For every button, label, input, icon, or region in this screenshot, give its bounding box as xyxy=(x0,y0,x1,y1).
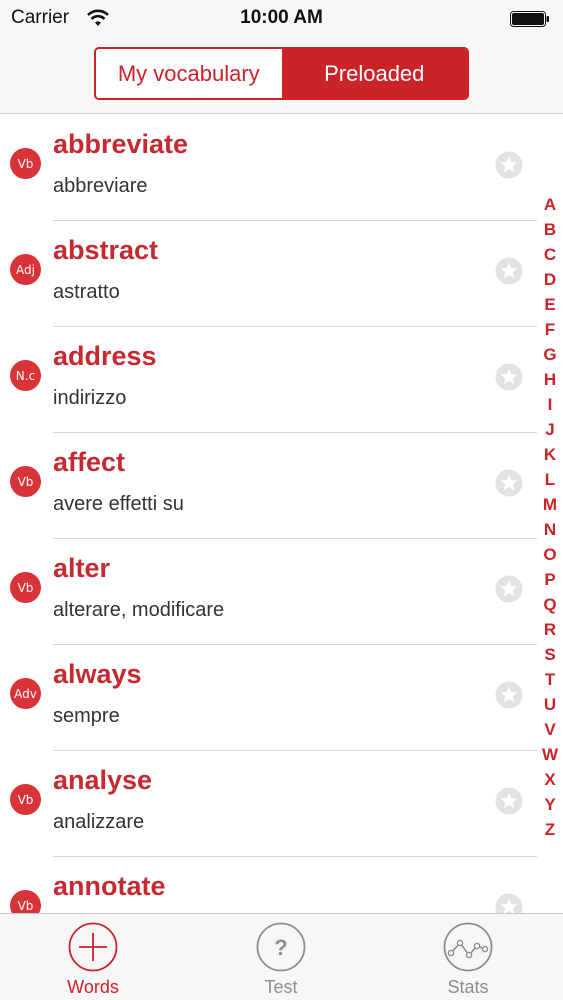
index-letter[interactable]: A xyxy=(544,196,556,213)
index-letter[interactable]: Q xyxy=(543,596,556,613)
index-letter[interactable]: H xyxy=(544,371,556,388)
status-bar: Carrier 10:00 AM xyxy=(0,0,563,38)
index-letter[interactable]: L xyxy=(545,471,555,488)
star-icon[interactable] xyxy=(495,257,523,285)
word-title: analyse xyxy=(53,765,153,795)
word-translation: indirizzo xyxy=(53,387,127,409)
clock-time: 10:00 AM xyxy=(240,7,323,28)
vocabulary-segmented-control: My vocabulary Preloaded xyxy=(94,47,469,100)
word-title: annotate xyxy=(53,871,166,901)
index-letter[interactable]: B xyxy=(544,221,556,238)
list-item[interactable]: Vb analyse analizzare xyxy=(0,751,540,857)
word-translation: alterare, modificare xyxy=(53,599,225,621)
word-translation: abbreviare xyxy=(53,175,148,197)
star-icon[interactable] xyxy=(495,681,523,709)
word-type-badge: Adj xyxy=(10,254,41,285)
segment-my-vocabulary[interactable]: My vocabulary xyxy=(96,49,282,98)
tab-label: Stats xyxy=(447,977,489,997)
svg-text:?: ? xyxy=(274,935,287,960)
word-title: affect xyxy=(53,447,126,477)
list-item[interactable]: Vb abbreviate abbreviare xyxy=(0,115,540,221)
word-title: alter xyxy=(53,553,111,583)
index-letter[interactable]: T xyxy=(545,671,555,688)
plus-circle-icon xyxy=(68,922,118,972)
word-title: address xyxy=(53,341,157,371)
index-letter[interactable]: D xyxy=(544,271,556,288)
index-letter[interactable]: N xyxy=(544,521,556,538)
word-translation: avere effetti su xyxy=(53,493,184,515)
index-letter[interactable]: K xyxy=(544,446,556,463)
word-translation: sempre xyxy=(53,705,120,727)
list-item[interactable]: Adj abstract astratto xyxy=(0,221,540,327)
index-letter[interactable]: C xyxy=(544,246,556,263)
word-translation: astratto xyxy=(53,281,120,303)
list-item[interactable]: N.c address indirizzo xyxy=(0,327,540,433)
index-letter[interactable]: R xyxy=(544,621,556,638)
list-item[interactable]: Vb alter alterare, modificare xyxy=(0,539,540,645)
star-icon[interactable] xyxy=(495,151,523,179)
star-icon[interactable] xyxy=(495,363,523,391)
word-title: always xyxy=(53,659,142,689)
question-circle-icon: ? xyxy=(256,922,306,972)
word-type-badge: Vb xyxy=(10,890,41,913)
word-type-badge: Adv xyxy=(10,678,41,709)
index-letter[interactable]: U xyxy=(544,696,556,713)
tab-stats[interactable]: Stats xyxy=(398,914,538,1000)
index-letter[interactable]: Z xyxy=(545,821,555,838)
index-letter[interactable]: W xyxy=(542,746,558,763)
word-type-badge: Vb xyxy=(10,148,41,179)
index-letter[interactable]: O xyxy=(543,546,556,563)
word-type-badge: Vb xyxy=(10,572,41,603)
word-type-badge: N.c xyxy=(10,360,41,391)
star-icon[interactable] xyxy=(495,469,523,497)
star-icon[interactable] xyxy=(495,893,523,913)
alphabet-index[interactable]: A B C D E F G H I J K L M N O P Q R S T … xyxy=(538,196,562,838)
index-letter[interactable]: G xyxy=(543,346,556,363)
index-letter[interactable]: F xyxy=(545,321,555,338)
segment-preloaded[interactable]: Preloaded xyxy=(281,49,467,98)
word-list[interactable]: Vb abbreviate abbreviare Adj abstract as… xyxy=(0,115,563,913)
list-item[interactable]: Vb annotate xyxy=(0,857,540,913)
word-type-badge: Vb xyxy=(10,466,41,497)
index-letter[interactable]: I xyxy=(548,396,553,413)
list-item[interactable]: Vb affect avere effetti su xyxy=(0,433,540,539)
stats-line-icon xyxy=(443,922,493,972)
index-letter[interactable]: S xyxy=(544,646,555,663)
list-item[interactable]: Adv always sempre xyxy=(0,645,540,751)
index-letter[interactable]: X xyxy=(544,771,555,788)
header-bar: My vocabulary Preloaded xyxy=(0,38,563,114)
tab-words[interactable]: Words xyxy=(23,914,163,1000)
tab-label: Words xyxy=(67,977,119,997)
index-letter[interactable]: E xyxy=(544,296,555,313)
index-letter[interactable]: Y xyxy=(544,796,555,813)
word-type-badge: Vb xyxy=(10,784,41,815)
index-letter[interactable]: P xyxy=(544,571,555,588)
tab-test[interactable]: ? Test xyxy=(211,914,351,1000)
battery-icon xyxy=(510,11,549,27)
index-letter[interactable]: V xyxy=(544,721,555,738)
word-translation: analizzare xyxy=(53,811,145,833)
word-title: abbreviate xyxy=(53,129,189,159)
star-icon[interactable] xyxy=(495,575,523,603)
star-icon[interactable] xyxy=(495,787,523,815)
index-letter[interactable]: M xyxy=(543,496,557,513)
word-title: abstract xyxy=(53,235,159,265)
tab-bar: Words ? Test Stats xyxy=(0,913,563,1000)
index-letter[interactable]: J xyxy=(545,421,554,438)
tab-label: Test xyxy=(264,977,298,997)
